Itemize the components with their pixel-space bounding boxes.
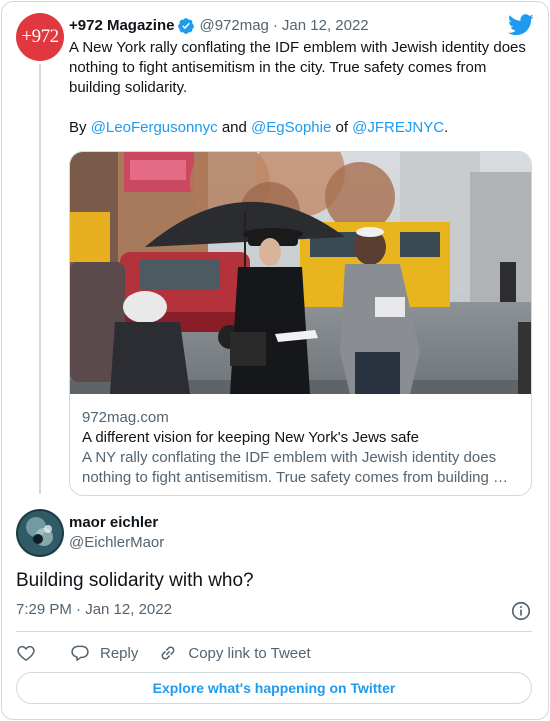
author-mention-link[interactable]: @EgSophie	[251, 119, 331, 136]
divider	[16, 631, 532, 632]
info-icon[interactable]	[510, 600, 532, 622]
link-preview-card[interactable]: 972mag.com A different vision for keepin…	[69, 151, 532, 496]
copy-link-icon	[161, 646, 175, 660]
link-meta: 972mag.com A different vision for keepin…	[82, 408, 522, 488]
reply-icon	[71, 645, 89, 661]
like-button[interactable]	[16, 643, 36, 663]
reply-avatar[interactable]	[16, 509, 64, 557]
header-separator: ·	[272, 17, 278, 34]
parent-handle[interactable]: @972mag	[199, 16, 268, 36]
byline-of: of	[335, 119, 348, 136]
byline: By @LeoFergusonnyc and @EgSophie of @JFR…	[69, 118, 448, 138]
explore-twitter-button[interactable]: Explore what's happening on Twitter	[16, 672, 532, 704]
byline-by: By	[69, 119, 87, 136]
parent-text-line: A New York rally conflating the IDF embl…	[69, 39, 526, 56]
parent-tweet-text: A New York rally conflating the IDF embl…	[69, 38, 529, 98]
link-description: A NY rally conflating the IDF emblem wit…	[82, 448, 522, 488]
parent-display-name[interactable]: +972 Magazine	[69, 16, 174, 36]
reply-button[interactable]: Reply	[70, 643, 138, 663]
article-photo	[70, 152, 531, 394]
heart-icon	[17, 645, 35, 661]
author-mention-link[interactable]: @LeoFergusonnyc	[91, 119, 218, 136]
parent-text-line: nothing to fight antisemitism in the cit…	[69, 59, 487, 76]
tweet-actions: Reply Copy link to Tweet	[16, 641, 311, 665]
byline-and: and	[221, 119, 247, 136]
reply-handle[interactable]: @EichlerMaor	[69, 533, 164, 553]
reply-tweet-text: Building solidarity with who?	[16, 570, 254, 591]
link-domain: 972mag.com	[82, 409, 169, 426]
copy-link-label: Copy link to Tweet	[188, 644, 311, 662]
parent-avatar[interactable]: +972	[16, 13, 64, 61]
thread-connector-line	[39, 64, 41, 494]
parent-tweet-header: +972 Magazine @972mag · Jan 12, 2022	[69, 16, 369, 36]
org-mention-link[interactable]: @JFREJNYC	[352, 119, 444, 136]
link-desc-line: nothing to fight antisemitism. True safe…	[82, 469, 509, 486]
byline-period: .	[444, 119, 449, 136]
parent-date[interactable]: Jan 12, 2022	[282, 16, 369, 36]
parent-text-line: building solidarity.	[69, 79, 188, 96]
verified-badge-icon	[178, 18, 195, 34]
reply-display-name[interactable]: maor eichler	[69, 513, 158, 533]
reply-label: Reply	[100, 644, 139, 662]
twitter-bird-icon[interactable]	[508, 14, 534, 36]
copy-link-button[interactable]: Copy link to Tweet	[158, 643, 311, 663]
link-title: A different vision for keeping New York'…	[82, 429, 419, 446]
link-desc-line: A NY rally conflating the IDF emblem wit…	[82, 449, 497, 466]
reply-timestamp[interactable]: 7:29 PM · Jan 12, 2022	[16, 600, 172, 620]
